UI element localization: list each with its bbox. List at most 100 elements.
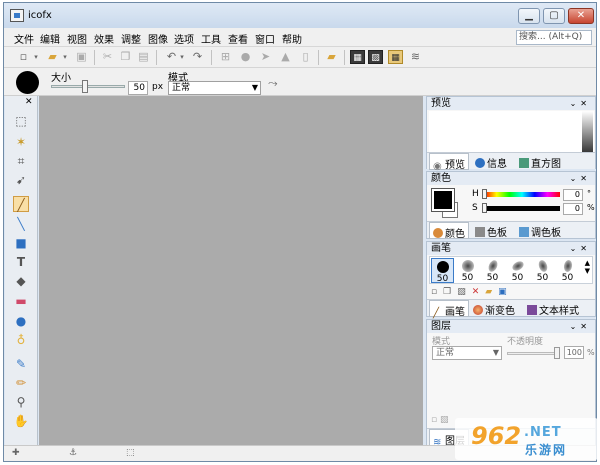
zoom-icon[interactable]: ⚲ xyxy=(13,394,29,410)
saturation-slider-thumb[interactable] xyxy=(482,203,487,213)
open-dropdown-icon[interactable]: ▾ xyxy=(61,50,69,64)
fill-bucket-icon[interactable]: ◆ xyxy=(13,273,29,289)
redo-icon[interactable]: ↷ xyxy=(190,50,205,64)
open-folder-icon[interactable]: ▰ xyxy=(45,50,60,64)
close-button[interactable]: ✕ xyxy=(568,8,594,24)
brush-preset[interactable]: 50 xyxy=(556,258,579,283)
preview-gradient-bar[interactable] xyxy=(582,111,593,155)
new-layer-icon[interactable]: ▫ xyxy=(431,415,437,425)
windows-icon[interactable]: ⊞ xyxy=(218,50,233,64)
tab-gradient[interactable]: 渐变色 xyxy=(473,302,515,317)
layer-opacity-input[interactable]: 100 xyxy=(564,346,584,359)
brush-preset[interactable]: 50 xyxy=(431,258,454,284)
new-file-icon[interactable]: ▫ xyxy=(16,50,31,64)
menu-window[interactable]: 窗口 xyxy=(255,31,275,46)
load-brush-icon[interactable]: ▰ xyxy=(485,287,492,297)
undo-dropdown-icon[interactable]: ▾ xyxy=(178,50,186,64)
brush-preview[interactable] xyxy=(16,71,39,94)
minimize-button[interactable]: ▁ xyxy=(518,8,540,24)
panel-controls-icon[interactable]: ⌄✕ xyxy=(570,242,591,255)
magic-wand-icon[interactable]: ✶ xyxy=(13,134,29,150)
size-input[interactable]: 50 xyxy=(128,81,148,95)
new-dropdown-icon[interactable]: ▾ xyxy=(32,50,40,64)
color-picker-icon[interactable]: ✎ xyxy=(13,356,29,372)
tab-preview[interactable]: ◉ 预览 xyxy=(429,153,469,172)
menu-help[interactable]: 帮助 xyxy=(282,31,302,46)
duplicate-brush-icon[interactable]: ❐ xyxy=(443,287,451,297)
tab-swatches[interactable]: 色板 xyxy=(475,224,507,239)
hue-slider-thumb[interactable] xyxy=(482,189,487,199)
delete-brush-icon[interactable]: ✕ xyxy=(472,287,480,297)
panel-controls-icon[interactable]: ⌄✕ xyxy=(570,320,591,333)
dodge-icon[interactable]: ♁ xyxy=(13,332,29,348)
line-icon[interactable]: ╲ xyxy=(13,216,29,232)
primary-color-swatch[interactable] xyxy=(431,188,455,212)
hue-input[interactable]: 0 xyxy=(563,189,583,201)
brush-icon[interactable]: ╱ xyxy=(13,196,29,212)
close-icon[interactable]: ✕ xyxy=(25,97,33,107)
eraser-icon[interactable]: ▬ xyxy=(13,293,29,309)
text-icon[interactable]: T xyxy=(13,254,29,270)
rect-select-icon[interactable]: ⬚ xyxy=(13,113,29,129)
tab-text-style[interactable]: 文本样式 xyxy=(527,302,579,317)
menu-options[interactable]: 选项 xyxy=(174,31,194,46)
rectangle-icon[interactable]: ■ xyxy=(13,235,29,251)
mode-select[interactable]: 正常 ▼ xyxy=(168,81,261,95)
menu-tools[interactable]: 工具 xyxy=(201,31,221,46)
brush-preset[interactable]: 50 xyxy=(456,258,479,283)
brush-preset[interactable]: 50 xyxy=(481,258,504,283)
layer-mode-select[interactable]: 正常 ▼ xyxy=(432,346,502,360)
hue-slider[interactable] xyxy=(484,192,560,197)
save-icon[interactable]: ▣ xyxy=(74,50,89,64)
layers-stack-icon[interactable]: ≋ xyxy=(408,50,423,64)
menu-check[interactable]: 查看 xyxy=(228,31,248,46)
size-slider-thumb[interactable] xyxy=(82,80,88,93)
panel-controls-icon[interactable]: ⌄✕ xyxy=(570,97,591,110)
tab-color-palette[interactable]: 调色板 xyxy=(519,224,561,239)
layer-opacity-thumb[interactable] xyxy=(554,347,560,359)
tab-histogram[interactable]: 直方图 xyxy=(519,155,561,170)
tab-color[interactable]: 颜色 xyxy=(429,222,469,240)
menu-view[interactable]: 视图 xyxy=(67,31,87,46)
paste-icon[interactable]: ▤ xyxy=(136,50,151,64)
save-brush-icon[interactable]: ▣ xyxy=(498,287,507,297)
cursor-icon[interactable]: ➤ xyxy=(258,50,273,64)
pattern-view-icon[interactable]: ▨ xyxy=(368,50,383,64)
android-icon[interactable]: ▲ xyxy=(278,50,293,64)
antialias-icon[interactable]: ⤳ xyxy=(268,76,278,91)
phone-icon[interactable]: ▯ xyxy=(298,50,313,64)
menu-image[interactable]: 图像 xyxy=(148,31,168,46)
new-brush-icon[interactable]: ▫ xyxy=(431,287,437,297)
crop-icon[interactable]: ⌗ xyxy=(13,153,29,169)
apple-icon[interactable]: ● xyxy=(238,50,253,64)
menu-edit[interactable]: 编辑 xyxy=(40,31,60,46)
menu-effects[interactable]: 效果 xyxy=(94,31,114,46)
layer-opacity-slider[interactable] xyxy=(507,352,559,355)
menu-file[interactable]: 文件 xyxy=(14,31,34,46)
saturation-slider[interactable] xyxy=(484,206,560,211)
grid-view-icon[interactable]: ▦ xyxy=(350,50,365,64)
menu-adjust[interactable]: 调整 xyxy=(121,31,141,46)
brush-preset[interactable]: 50 xyxy=(506,258,529,283)
resource-icon[interactable]: ▰ xyxy=(324,50,339,64)
canvas-area[interactable] xyxy=(39,96,423,446)
blur-drop-icon[interactable]: ● xyxy=(13,313,29,329)
saturation-input[interactable]: 0 xyxy=(563,203,583,215)
move-icon[interactable]: ➹ xyxy=(13,172,29,188)
copy-icon[interactable]: ❐ xyxy=(118,50,133,64)
tab-info[interactable]: 信息 xyxy=(475,155,507,170)
hand-icon[interactable]: ✋ xyxy=(13,413,29,429)
layer-effects-icon[interactable]: ▧ xyxy=(440,415,449,425)
panel-controls-icon[interactable]: ⌄✕ xyxy=(570,172,591,185)
undo-icon[interactable]: ↶ xyxy=(164,50,179,64)
search-input[interactable]: 搜索... (Alt+Q) xyxy=(516,30,592,45)
edit-brush-icon[interactable]: ▧ xyxy=(457,287,466,297)
brush-preset[interactable]: 50 xyxy=(531,258,554,283)
cut-icon[interactable]: ✂ xyxy=(100,50,115,64)
size-slider-track[interactable] xyxy=(51,85,125,88)
tab-brushes[interactable]: ╱ 画笔 xyxy=(429,300,469,319)
maximize-button[interactable]: ▢ xyxy=(543,8,565,24)
grid-toggle-icon[interactable]: ▦ xyxy=(388,50,403,64)
pencil-icon[interactable]: ✏ xyxy=(13,375,29,391)
brush-scroll-icon[interactable]: ▲ ▼ xyxy=(585,259,590,275)
